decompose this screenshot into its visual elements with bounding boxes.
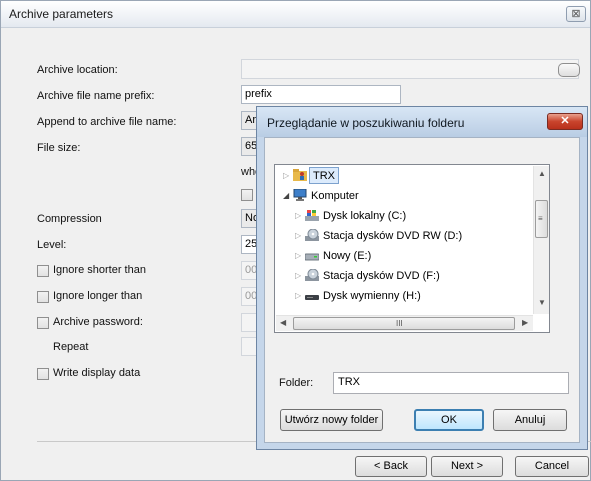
append-label: Append to archive file name: (37, 116, 177, 128)
tree-item-label: Komputer (311, 190, 359, 202)
compression-label: Compression (37, 213, 102, 225)
file-size-label: File size: (37, 142, 81, 154)
tree-item-label: TRX (309, 167, 339, 184)
ignore-shorter-label: Ignore shorter than (53, 264, 146, 276)
browse-folder-dialog: Przeglądanie w poszukiwaniu folderu ✕ ▷ … (256, 106, 588, 450)
user-folder-icon (293, 169, 307, 181)
close-icon: ⊠ (571, 8, 581, 20)
folder-label: Folder: (279, 377, 314, 389)
expand-arrow-icon[interactable]: ▷ (283, 166, 289, 186)
computer-icon (293, 189, 307, 201)
prefix-field[interactable]: prefix (241, 85, 401, 104)
cancel-button[interactable]: Cancel (515, 456, 589, 477)
write-display-label: Write display data (53, 367, 141, 379)
scroll-up-icon[interactable]: ▲ (538, 169, 546, 178)
dvd-drive-icon (305, 269, 319, 281)
browse-location-button[interactable] (558, 63, 580, 77)
close-button[interactable]: ⊠ (566, 6, 586, 22)
archive-password-checkbox[interactable] (37, 317, 49, 329)
tree-horizontal-scrollbar[interactable]: ◀ III ▶ (276, 315, 533, 331)
drive-icon (305, 253, 319, 261)
ignore-longer-label: Ignore longer than (53, 290, 143, 302)
horizontal-scroll-thumb[interactable]: III (293, 317, 515, 330)
ignore-shorter-checkbox[interactable] (37, 265, 49, 277)
dvd-drive-icon (305, 229, 319, 241)
tree-item-label: Dysk lokalny (C:) (323, 210, 407, 222)
expand-arrow-icon[interactable]: ▷ (295, 286, 301, 306)
tree-item-label: Stacja dysków DVD (F:) (323, 270, 440, 282)
close-icon: ✕ (560, 115, 570, 127)
scroll-right-icon[interactable]: ▶ (522, 318, 528, 327)
tree-item-drive-c[interactable]: ▷ Dysk lokalny (C:) (275, 206, 533, 226)
tree-item-drive-e[interactable]: ▷ Nowy (E:) (275, 246, 533, 266)
windows-drive-icon (305, 210, 319, 221)
scroll-down-icon[interactable]: ▼ (538, 298, 546, 307)
title-bar: Archive parameters ⊠ (1, 1, 590, 28)
dialog-title: Archive parameters (9, 7, 114, 21)
folder-tree[interactable]: ▷ TRX ◢ Komputer ▷ Dysk lokalny (C:) ▷ S… (274, 164, 550, 333)
tree-item-trx[interactable]: ▷ TRX (275, 166, 533, 186)
repeat-label: Repeat (53, 341, 89, 353)
grip-icon: ≡ (538, 214, 543, 223)
removable-drive-icon (305, 295, 319, 300)
tree-item-label: Nowy (E:) (323, 250, 372, 262)
expand-arrow-icon[interactable]: ▷ (295, 226, 301, 246)
tree-item-drive-f[interactable]: ▷ Stacja dysków DVD (F:) (275, 266, 533, 286)
expand-arrow-icon[interactable]: ▷ (295, 206, 301, 226)
folder-dialog-title: Przeglądanie w poszukiwaniu folderu (267, 116, 465, 130)
folder-name-input[interactable]: TRX (333, 372, 569, 394)
folder-dialog-title-bar: Przeglądanie w poszukiwaniu folderu ✕ (257, 107, 587, 137)
when-checkbox[interactable] (241, 189, 253, 201)
level-label: Level: (37, 239, 67, 251)
folder-dialog-close-button[interactable]: ✕ (547, 113, 583, 130)
back-button[interactable]: < Back (355, 456, 427, 477)
anuluj-button[interactable]: Anuluj (493, 409, 567, 431)
tree-item-drive-h[interactable]: ▷ Dysk wymienny (H:) (275, 286, 533, 306)
tree-item-label: Stacja dysków DVD RW (D:) (323, 230, 463, 242)
expand-arrow-icon[interactable]: ▷ (295, 266, 301, 286)
expand-arrow-icon[interactable]: ▷ (295, 246, 301, 266)
prefix-label: Archive file name prefix: (37, 90, 155, 102)
write-display-checkbox[interactable] (37, 368, 49, 380)
collapse-arrow-icon[interactable]: ◢ (283, 186, 289, 206)
new-folder-button[interactable]: Utwórz nowy folder (280, 409, 383, 431)
archive-location-label: Archive location: (37, 64, 118, 76)
next-button[interactable]: Next > (431, 456, 503, 477)
vertical-scroll-thumb[interactable]: ≡ (535, 200, 548, 238)
archive-password-label: Archive password: (53, 316, 143, 328)
tree-item-label: Dysk wymienny (H:) (323, 290, 421, 302)
ignore-longer-checkbox[interactable] (37, 291, 49, 303)
tree-item-drive-d[interactable]: ▷ Stacja dysków DVD RW (D:) (275, 226, 533, 246)
grip-icon: III (396, 319, 403, 328)
ok-button[interactable]: OK (414, 409, 484, 431)
archive-location-field[interactable] (241, 59, 579, 79)
tree-item-komputer[interactable]: ◢ Komputer (275, 186, 533, 206)
scroll-left-icon[interactable]: ◀ (280, 318, 286, 327)
tree-vertical-scrollbar[interactable]: ▲ ≡ ▼ (533, 166, 549, 314)
